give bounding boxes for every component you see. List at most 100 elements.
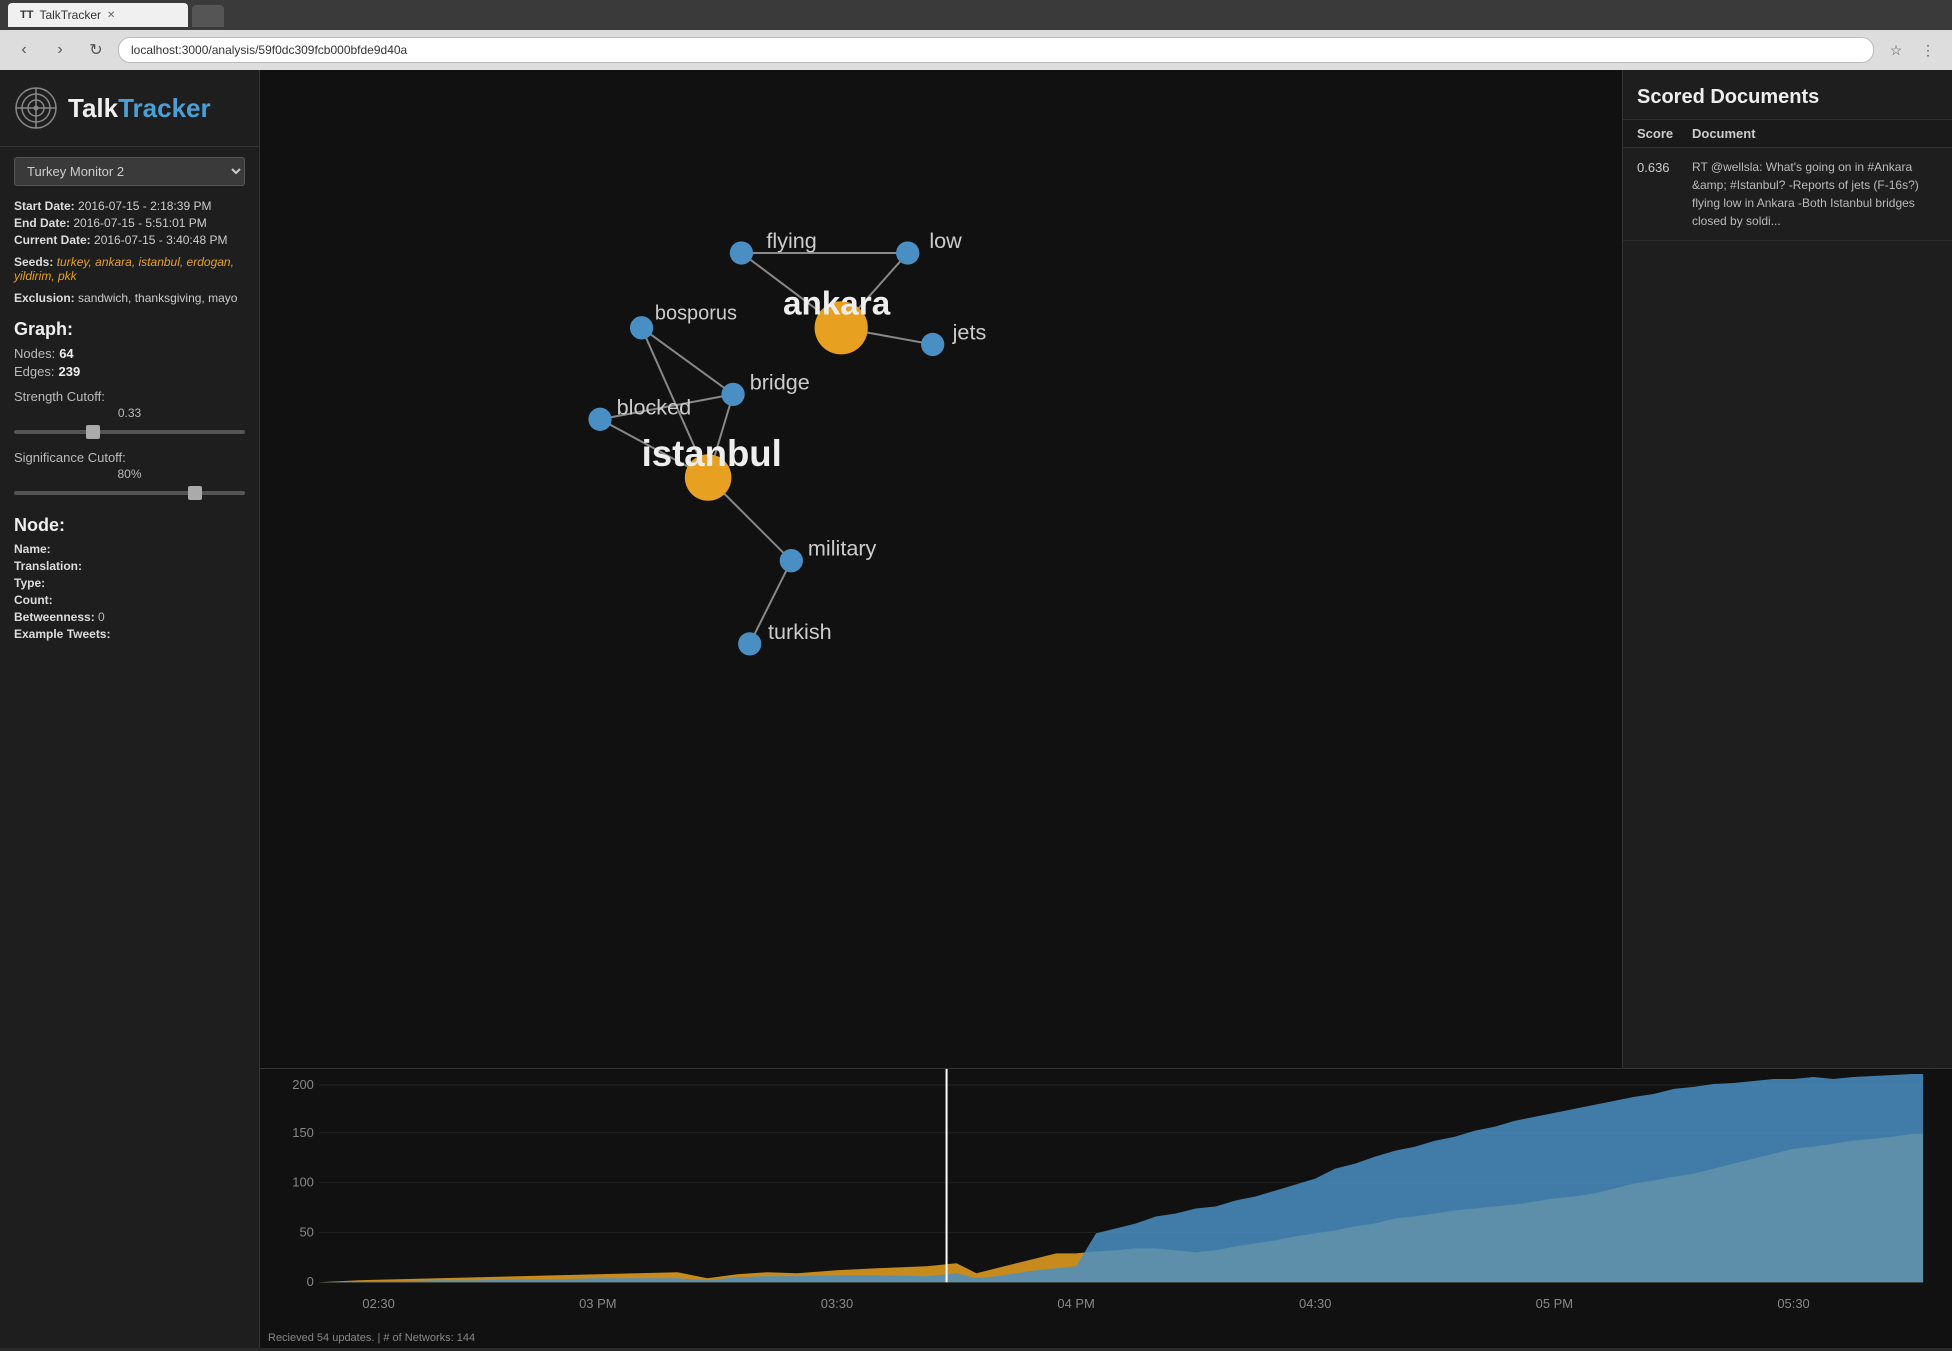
- node-jets-label: jets: [952, 319, 987, 344]
- doc-row-0[interactable]: 0.636 RT @wellsla: What's going on in #A…: [1623, 148, 1952, 241]
- graph-panel[interactable]: flying low jets bosporus bridge blocked …: [260, 70, 1622, 1068]
- x-label-0500: 05 PM: [1536, 1296, 1573, 1311]
- new-tab[interactable]: [192, 5, 224, 27]
- content-row: flying low jets bosporus bridge blocked …: [260, 70, 1952, 1068]
- x-label-0230: 02:30: [362, 1296, 394, 1311]
- reload-button[interactable]: ↻: [82, 36, 110, 64]
- node-military[interactable]: [780, 549, 803, 572]
- scored-docs-header: Scored Documents: [1623, 70, 1952, 120]
- y-label-0: 0: [307, 1274, 314, 1289]
- active-tab[interactable]: TT TalkTracker ✕: [8, 3, 188, 27]
- logo-talk: Talk: [68, 93, 118, 123]
- nodes-value: 64: [59, 346, 73, 361]
- scored-docs-title: Scored Documents: [1637, 86, 1819, 108]
- y-label-150: 150: [292, 1125, 314, 1140]
- node-bridge[interactable]: [721, 383, 744, 406]
- end-date-label: End Date:: [14, 216, 70, 230]
- node-jets[interactable]: [921, 333, 944, 356]
- end-date-line: End Date: 2016-07-15 - 5:51:01 PM: [14, 216, 245, 230]
- node-turkish[interactable]: [738, 632, 761, 655]
- y-label-100: 100: [292, 1175, 314, 1190]
- x-label-0430: 04:30: [1299, 1296, 1331, 1311]
- start-date-label: Start Date:: [14, 199, 75, 213]
- node-name-label: Name:: [14, 542, 51, 556]
- tab-bar: TT TalkTracker ✕: [0, 0, 1952, 30]
- browser-chrome: TT TalkTracker ✕ ‹ › ↻ localhost:3000/an…: [0, 0, 1952, 70]
- forward-button[interactable]: ›: [46, 36, 74, 64]
- logo-icon: [14, 86, 58, 130]
- network-graph[interactable]: flying low jets bosporus bridge blocked …: [260, 70, 1622, 1068]
- strength-cutoff-label: Strength Cutoff:: [14, 389, 245, 404]
- logo-area: TalkTracker: [0, 70, 259, 147]
- node-bridge-label: bridge: [750, 369, 810, 394]
- node-section-title: Node:: [14, 515, 245, 536]
- node-bosporus-label: bosporus: [655, 303, 737, 325]
- node-name-field: Name:: [14, 542, 245, 556]
- logo-tracker: Tracker: [118, 93, 211, 123]
- logo-text: TalkTracker: [68, 93, 211, 124]
- main-content: flying low jets bosporus bridge blocked …: [260, 70, 1952, 1348]
- node-ankara-label: ankara: [783, 286, 891, 323]
- node-flying[interactable]: [730, 241, 753, 264]
- start-date-value: 2016-07-15 - 2:18:39 PM: [78, 199, 211, 213]
- nodes-row: Nodes: 64: [14, 346, 245, 361]
- node-military-label: military: [808, 536, 877, 561]
- x-label-0300: 03 PM: [579, 1296, 616, 1311]
- y-label-200: 200: [292, 1077, 314, 1092]
- node-translation-field: Translation:: [14, 559, 245, 573]
- edges-value: 239: [58, 364, 80, 379]
- node-low[interactable]: [896, 241, 919, 264]
- tab-close-button[interactable]: ✕: [107, 10, 115, 21]
- back-button[interactable]: ‹: [10, 36, 38, 64]
- node-flying-label: flying: [766, 228, 816, 253]
- address-bar[interactable]: localhost:3000/analysis/59f0dc309fcb000b…: [118, 37, 1874, 63]
- current-date-value: 2016-07-15 - 3:40:48 PM: [94, 233, 227, 247]
- significance-cutoff-slider[interactable]: [14, 491, 245, 495]
- current-date-line: Current Date: 2016-07-15 - 3:40:48 PM: [14, 233, 245, 247]
- exclusion-value: sandwich, thanksgiving, mayo: [78, 291, 237, 305]
- node-betweenness-value: 0: [98, 610, 105, 624]
- significance-cutoff-label: Significance Cutoff:: [14, 450, 245, 465]
- node-translation-label: Translation:: [14, 559, 82, 573]
- node-count-label: Count:: [14, 593, 53, 607]
- chart-status: Recieved 54 updates. | # of Networks: 14…: [268, 1332, 475, 1344]
- sidebar: TalkTracker Turkey Monitor 2 Start Date:…: [0, 70, 260, 1348]
- node-type-label: Type:: [14, 576, 45, 590]
- node-turkish-label: turkish: [768, 619, 832, 644]
- nodes-label: Nodes:: [14, 346, 55, 361]
- exclusion-line: Exclusion: sandwich, thanksgiving, mayo: [14, 291, 245, 305]
- node-count-field: Count:: [14, 593, 245, 607]
- node-example-tweets-label: Example Tweets:: [14, 627, 110, 641]
- x-label-0530: 05:30: [1777, 1296, 1809, 1311]
- y-label-50: 50: [299, 1224, 313, 1239]
- start-date-line: Start Date: 2016-07-15 - 2:18:39 PM: [14, 199, 245, 213]
- app-container: TalkTracker Turkey Monitor 2 Start Date:…: [0, 70, 1952, 1348]
- doc-text-0: RT @wellsla: What's going on in #Ankara …: [1692, 158, 1938, 230]
- significance-cutoff-value: 80%: [14, 467, 245, 481]
- node-example-tweets-field: Example Tweets:: [14, 627, 245, 641]
- seeds-label: Seeds:: [14, 255, 53, 269]
- strength-cutoff-slider[interactable]: [14, 430, 245, 434]
- chart-area[interactable]: 200 150 100 50 0 02:30 03 PM: [260, 1068, 1952, 1348]
- strength-cutoff-value: 0.33: [14, 406, 245, 420]
- end-date-value: 2016-07-15 - 5:51:01 PM: [73, 216, 206, 230]
- seeds-line: Seeds: turkey, ankara, istanbul, erdogan…: [14, 255, 245, 283]
- url-text: localhost:3000/analysis/59f0dc309fcb000b…: [131, 43, 407, 57]
- node-bosporus[interactable]: [630, 316, 653, 339]
- node-blocked-label: blocked: [617, 394, 691, 419]
- nav-bar: ‹ › ↻ localhost:3000/analysis/59f0dc309f…: [0, 30, 1952, 70]
- node-blocked[interactable]: [588, 408, 611, 431]
- bookmark-button[interactable]: ☆: [1882, 36, 1910, 64]
- exclusion-label: Exclusion:: [14, 291, 75, 305]
- edges-label: Edges:: [14, 364, 54, 379]
- doc-score-0: 0.636: [1637, 158, 1692, 175]
- menu-button[interactable]: ⋮: [1914, 36, 1942, 64]
- sidebar-content: Turkey Monitor 2 Start Date: 2016-07-15 …: [0, 147, 259, 654]
- monitor-select[interactable]: Turkey Monitor 2: [14, 157, 245, 186]
- current-date-label: Current Date:: [14, 233, 91, 247]
- node-betweenness-label: Betweenness:: [14, 610, 95, 624]
- document-column-header: Document: [1692, 126, 1938, 141]
- timeline-chart: 200 150 100 50 0 02:30 03 PM: [260, 1069, 1952, 1348]
- x-label-0400: 04 PM: [1057, 1296, 1094, 1311]
- scored-docs-columns: Score Document: [1623, 120, 1952, 148]
